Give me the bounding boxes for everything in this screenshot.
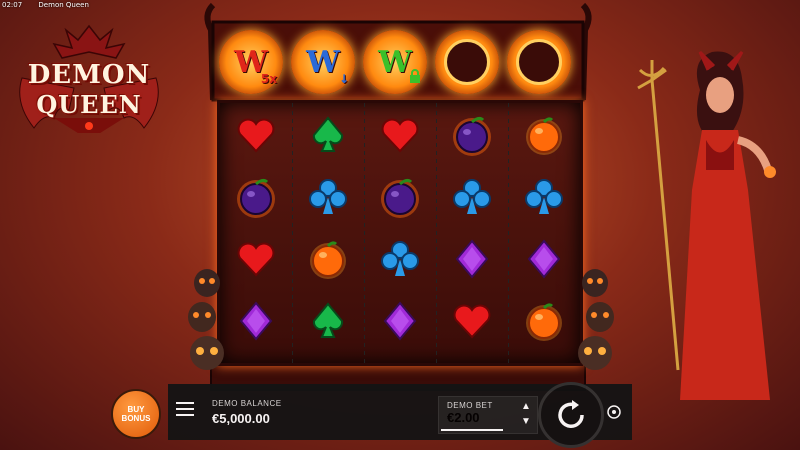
arrow-down-icon: ↓ <box>338 72 349 86</box>
heart-icon <box>447 296 497 346</box>
multiplier-label: 5x <box>260 72 277 86</box>
reel-divider <box>364 103 365 363</box>
orange-icon <box>519 110 569 160</box>
balance-value: €5,000.00 <box>212 411 270 426</box>
clock: 02:07 <box>2 1 23 9</box>
orange-icon <box>519 296 569 346</box>
reel-divider <box>508 103 509 363</box>
diamond-icon <box>375 296 425 346</box>
lock-icon <box>409 69 421 86</box>
spade-icon <box>303 296 353 346</box>
diamond-icon <box>519 234 569 284</box>
wild-letter: W <box>378 44 412 80</box>
reel-grid <box>217 100 583 366</box>
demon-queen-character <box>637 50 776 400</box>
app-title: Demon Queen <box>38 1 89 9</box>
diamond-icon <box>231 296 281 346</box>
menu-icon[interactable] <box>176 402 194 420</box>
bet-selector[interactable]: DEMO BET €2.00 ▲ ▼ <box>438 396 538 434</box>
bet-value: €2.00 <box>447 410 480 425</box>
diamond-icon <box>447 234 497 284</box>
control-bar: DEMO BALANCE €5,000.00 DEMO BET €2.00 ▲ … <box>168 382 632 448</box>
bet-underline <box>441 429 503 431</box>
reel-divider <box>292 103 293 363</box>
reel-divider <box>436 103 437 363</box>
club-icon <box>519 172 569 222</box>
spade-icon <box>303 110 353 160</box>
balance-label: DEMO BALANCE <box>212 399 282 408</box>
plum-icon <box>231 172 281 222</box>
heart-icon <box>231 234 281 284</box>
club-icon <box>375 234 425 284</box>
wild-symbol: W 5x <box>219 30 283 94</box>
plum-icon <box>375 172 425 222</box>
skull-pile-right <box>578 269 614 370</box>
bet-increase-icon[interactable]: ▲ <box>519 399 533 414</box>
club-icon <box>447 172 497 222</box>
logo-line-1: DEMON <box>27 60 151 90</box>
orange-icon <box>303 234 353 284</box>
buy-bonus-label: BUY BONUS <box>121 405 151 423</box>
slot-machine: W 5x W ↓ W <box>183 0 613 395</box>
plum-icon <box>447 110 497 160</box>
spin-button[interactable] <box>538 382 604 448</box>
game-logo: DEMON QUEEN <box>14 18 164 133</box>
spin-arrow-icon <box>558 400 584 428</box>
bet-decrease-icon[interactable]: ▼ <box>519 414 533 429</box>
wild-row: W 5x W ↓ W <box>217 28 577 96</box>
empty-ring-symbol <box>507 30 571 94</box>
club-icon <box>303 172 353 222</box>
heart-icon <box>375 110 425 160</box>
wild-letter: W <box>306 44 340 80</box>
bet-label: DEMO BET <box>447 401 493 410</box>
wild-symbol: W ↓ <box>291 30 355 94</box>
balance-display: DEMO BALANCE €5,000.00 <box>212 399 282 426</box>
empty-ring-symbol <box>435 30 499 94</box>
heart-icon <box>231 110 281 160</box>
logo-line-2: QUEEN <box>36 90 142 119</box>
buy-bonus-button[interactable]: BUY BONUS <box>111 389 161 439</box>
autoplay-icon[interactable] <box>606 404 622 420</box>
wild-symbol: W <box>363 30 427 94</box>
skull-pile-left <box>188 269 224 370</box>
